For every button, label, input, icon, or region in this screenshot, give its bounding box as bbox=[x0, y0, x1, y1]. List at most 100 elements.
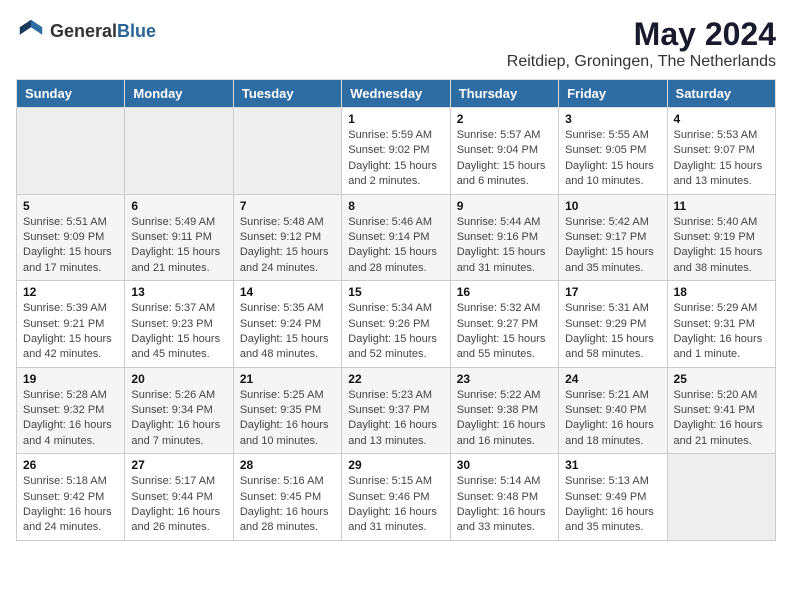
day-number: 29 bbox=[348, 458, 443, 472]
calendar-cell bbox=[233, 108, 341, 195]
calendar-cell: 16Sunrise: 5:32 AM Sunset: 9:27 PM Dayli… bbox=[450, 281, 558, 368]
weekday-header-row: SundayMondayTuesdayWednesdayThursdayFrid… bbox=[17, 80, 776, 108]
day-info: Sunrise: 5:48 AM Sunset: 9:12 PM Dayligh… bbox=[240, 215, 335, 277]
day-number: 19 bbox=[23, 372, 118, 386]
day-info: Sunrise: 5:51 AM Sunset: 9:09 PM Dayligh… bbox=[23, 215, 118, 277]
calendar-cell: 5 Sunrise: 5:51 AM Sunset: 9:09 PM Daylig… bbox=[17, 194, 125, 281]
weekday-header-friday: Friday bbox=[559, 80, 667, 108]
day-info: Sunrise: 5:25 AM Sunset: 9:35 PM Dayligh… bbox=[240, 388, 335, 450]
weekday-header-monday: Monday bbox=[125, 80, 233, 108]
calendar-cell: 17Sunrise: 5:31 AM Sunset: 9:29 PM Dayli… bbox=[559, 281, 667, 368]
logo-text-general: General bbox=[50, 21, 117, 41]
logo-icon bbox=[16, 16, 46, 46]
logo-text-blue: Blue bbox=[117, 21, 156, 41]
day-info: Sunrise: 5:14 AM Sunset: 9:48 PM Dayligh… bbox=[457, 474, 552, 536]
weekday-header-thursday: Thursday bbox=[450, 80, 558, 108]
day-number: 7 bbox=[240, 199, 335, 213]
calendar-cell: 1Sunrise: 5:59 AM Sunset: 9:02 PM Daylig… bbox=[342, 108, 450, 195]
day-number: 12 bbox=[23, 285, 118, 299]
day-number: 16 bbox=[457, 285, 552, 299]
calendar-cell: 22 Sunrise: 5:23 AM Sunset: 9:37 PM Dayli… bbox=[342, 367, 450, 454]
day-info: Sunrise: 5:39 AM Sunset: 9:21 PM Dayligh… bbox=[23, 301, 118, 363]
day-info: Sunrise: 5:22 AM Sunset: 9:38 PM Dayligh… bbox=[457, 388, 552, 450]
day-number: 25 bbox=[674, 372, 769, 386]
day-number: 15 bbox=[348, 285, 443, 299]
day-number: 6 bbox=[131, 199, 226, 213]
day-info: Sunrise: 5:53 AM Sunset: 9:07 PM Dayligh… bbox=[674, 128, 769, 190]
calendar-cell: 23Sunrise: 5:22 AM Sunset: 9:38 PM Dayli… bbox=[450, 367, 558, 454]
week-row-5: 26 Sunrise: 5:18 AM Sunset: 9:42 PM Dayli… bbox=[17, 454, 776, 541]
day-number: 13 bbox=[131, 285, 226, 299]
day-number: 26 bbox=[23, 458, 118, 472]
day-number: 17 bbox=[565, 285, 660, 299]
weekday-header-wednesday: Wednesday bbox=[342, 80, 450, 108]
main-title: May 2024 bbox=[507, 16, 776, 53]
day-info: Sunrise: 5:21 AM Sunset: 9:40 PM Dayligh… bbox=[565, 388, 660, 450]
calendar-cell bbox=[17, 108, 125, 195]
day-info: Sunrise: 5:49 AM Sunset: 9:11 PM Dayligh… bbox=[131, 215, 226, 277]
day-info: Sunrise: 5:29 AM Sunset: 9:31 PM Dayligh… bbox=[674, 301, 769, 363]
calendar-cell: 26 Sunrise: 5:18 AM Sunset: 9:42 PM Dayli… bbox=[17, 454, 125, 541]
day-number: 4 bbox=[674, 112, 769, 126]
weekday-header-sunday: Sunday bbox=[17, 80, 125, 108]
weekday-header-tuesday: Tuesday bbox=[233, 80, 341, 108]
week-row-2: 5 Sunrise: 5:51 AM Sunset: 9:09 PM Daylig… bbox=[17, 194, 776, 281]
calendar-cell: 29Sunrise: 5:15 AM Sunset: 9:46 PM Dayli… bbox=[342, 454, 450, 541]
calendar-cell: 14 Sunrise: 5:35 AM Sunset: 9:24 PM Dayli… bbox=[233, 281, 341, 368]
day-info: Sunrise: 5:57 AM Sunset: 9:04 PM Dayligh… bbox=[457, 128, 552, 190]
day-info: Sunrise: 5:44 AM Sunset: 9:16 PM Dayligh… bbox=[457, 215, 552, 277]
day-info: Sunrise: 5:18 AM Sunset: 9:42 PM Dayligh… bbox=[23, 474, 118, 536]
day-number: 14 bbox=[240, 285, 335, 299]
logo: GeneralBlue bbox=[16, 16, 156, 46]
calendar-cell: 25 Sunrise: 5:20 AM Sunset: 9:41 PM Dayli… bbox=[667, 367, 775, 454]
subtitle: Reitdiep, Groningen, The Netherlands bbox=[507, 53, 776, 71]
calendar-cell: 27Sunrise: 5:17 AM Sunset: 9:44 PM Dayli… bbox=[125, 454, 233, 541]
day-info: Sunrise: 5:23 AM Sunset: 9:37 PM Dayligh… bbox=[348, 388, 443, 450]
calendar-cell: 3 Sunrise: 5:55 AM Sunset: 9:05 PM Daylig… bbox=[559, 108, 667, 195]
day-info: Sunrise: 5:40 AM Sunset: 9:19 PM Dayligh… bbox=[674, 215, 769, 277]
day-number: 22 bbox=[348, 372, 443, 386]
day-info: Sunrise: 5:34 AM Sunset: 9:26 PM Dayligh… bbox=[348, 301, 443, 363]
day-info: Sunrise: 5:28 AM Sunset: 9:32 PM Dayligh… bbox=[23, 388, 118, 450]
calendar-cell: 10Sunrise: 5:42 AM Sunset: 9:17 PM Dayli… bbox=[559, 194, 667, 281]
day-number: 1 bbox=[348, 112, 443, 126]
calendar-cell: 28 Sunrise: 5:16 AM Sunset: 9:45 PM Dayli… bbox=[233, 454, 341, 541]
title-block: May 2024 Reitdiep, Groningen, The Nether… bbox=[507, 16, 776, 71]
calendar-cell: 9Sunrise: 5:44 AM Sunset: 9:16 PM Daylig… bbox=[450, 194, 558, 281]
day-info: Sunrise: 5:46 AM Sunset: 9:14 PM Dayligh… bbox=[348, 215, 443, 277]
day-info: Sunrise: 5:55 AM Sunset: 9:05 PM Dayligh… bbox=[565, 128, 660, 190]
day-number: 5 bbox=[23, 199, 118, 213]
day-number: 2 bbox=[457, 112, 552, 126]
day-info: Sunrise: 5:20 AM Sunset: 9:41 PM Dayligh… bbox=[674, 388, 769, 450]
day-number: 28 bbox=[240, 458, 335, 472]
calendar-cell: 20Sunrise: 5:26 AM Sunset: 9:34 PM Dayli… bbox=[125, 367, 233, 454]
day-number: 11 bbox=[674, 199, 769, 213]
calendar-cell bbox=[125, 108, 233, 195]
day-info: Sunrise: 5:13 AM Sunset: 9:49 PM Dayligh… bbox=[565, 474, 660, 536]
calendar-cell: 19 Sunrise: 5:28 AM Sunset: 9:32 PM Dayli… bbox=[17, 367, 125, 454]
day-info: Sunrise: 5:42 AM Sunset: 9:17 PM Dayligh… bbox=[565, 215, 660, 277]
day-number: 8 bbox=[348, 199, 443, 213]
calendar-cell: 2 Sunrise: 5:57 AM Sunset: 9:04 PM Daylig… bbox=[450, 108, 558, 195]
day-number: 24 bbox=[565, 372, 660, 386]
calendar-cell: 7 Sunrise: 5:48 AM Sunset: 9:12 PM Daylig… bbox=[233, 194, 341, 281]
day-number: 30 bbox=[457, 458, 552, 472]
day-number: 31 bbox=[565, 458, 660, 472]
calendar-cell: 6 Sunrise: 5:49 AM Sunset: 9:11 PM Daylig… bbox=[125, 194, 233, 281]
day-number: 3 bbox=[565, 112, 660, 126]
day-number: 18 bbox=[674, 285, 769, 299]
calendar-cell: 13Sunrise: 5:37 AM Sunset: 9:23 PM Dayli… bbox=[125, 281, 233, 368]
week-row-4: 19 Sunrise: 5:28 AM Sunset: 9:32 PM Dayli… bbox=[17, 367, 776, 454]
day-info: Sunrise: 5:35 AM Sunset: 9:24 PM Dayligh… bbox=[240, 301, 335, 363]
calendar-cell: 4 Sunrise: 5:53 AM Sunset: 9:07 PM Daylig… bbox=[667, 108, 775, 195]
calendar-cell bbox=[667, 454, 775, 541]
week-row-3: 12 Sunrise: 5:39 AM Sunset: 9:21 PM Dayli… bbox=[17, 281, 776, 368]
page-header: GeneralBlue May 2024 Reitdiep, Groningen… bbox=[16, 16, 776, 71]
day-number: 20 bbox=[131, 372, 226, 386]
day-info: Sunrise: 5:16 AM Sunset: 9:45 PM Dayligh… bbox=[240, 474, 335, 536]
week-row-1: 1Sunrise: 5:59 AM Sunset: 9:02 PM Daylig… bbox=[17, 108, 776, 195]
calendar-cell: 15 Sunrise: 5:34 AM Sunset: 9:26 PM Dayli… bbox=[342, 281, 450, 368]
day-number: 27 bbox=[131, 458, 226, 472]
calendar-table: SundayMondayTuesdayWednesdayThursdayFrid… bbox=[16, 79, 776, 541]
day-number: 21 bbox=[240, 372, 335, 386]
